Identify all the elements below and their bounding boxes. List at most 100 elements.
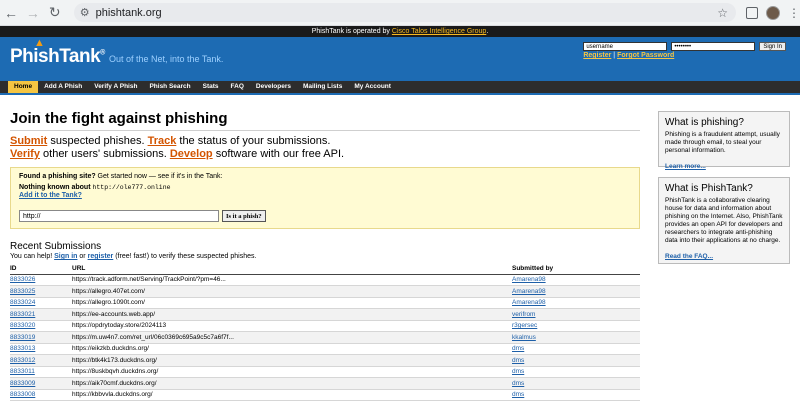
develop-link[interactable]: Develop — [170, 148, 213, 160]
submission-url: https://m.uw4n7.com/ret_url/06c0369c695a… — [72, 331, 512, 344]
sign-in-button[interactable]: Sign In — [759, 42, 786, 51]
what-is-phishtank-title: What is PhishTank? — [665, 183, 753, 194]
submission-url: https://track.adform.net/Serving/TrackPo… — [72, 274, 512, 286]
submission-id-link[interactable]: 8833026 — [10, 276, 35, 283]
submission-url: https://kbbvvla.duckdns.org/ — [72, 389, 512, 401]
col-header-url: URL — [72, 264, 512, 275]
submitter-link[interactable]: verifrom — [512, 311, 535, 318]
logo-flame-icon: ▲ — [34, 37, 45, 49]
what-is-phishtank-box: What is PhishTank? PhishTank is a collab… — [658, 177, 790, 264]
table-row: 8833020 https://opdrytoday.store/2024113 r… — [10, 320, 640, 332]
operated-text: PhishTank is operated by — [311, 28, 390, 35]
username-input[interactable] — [583, 42, 668, 51]
phish-check-box: Found a phishing site? Get started now —… — [10, 167, 640, 229]
what-is-phishing-body: Phishing is a fraudulent attempt, usuall… — [665, 131, 780, 154]
forgot-password-link[interactable]: Forgot Password — [617, 52, 674, 59]
back-icon[interactable]: ← — [0, 5, 22, 21]
submitter-link[interactable]: dms — [512, 368, 524, 375]
phishtank-logo[interactable]: ▲ PhishTank® — [10, 37, 105, 68]
menu-dots-icon[interactable]: ⋮ — [788, 6, 800, 20]
browser-toolbar: ← → ↻ ⚙ phishtank.org ☆ ⋮ — [0, 0, 800, 26]
track-link[interactable]: Track — [148, 135, 177, 147]
nav-verify-a-phish[interactable]: Verify A Phish — [88, 81, 143, 93]
nav-faq[interactable]: FAQ — [225, 81, 250, 93]
help-register-link[interactable]: register — [88, 253, 114, 260]
table-row: 8833019 https://m.uw4n7.com/ret_url/06c03… — [10, 331, 640, 344]
table-row: 8833025 https://allegro.407et.com/Amarena… — [10, 285, 640, 298]
submitter-link[interactable]: Amarena98 — [512, 276, 546, 283]
table-row: 8833024 https://allegro.1090t.com/Amarena… — [10, 297, 640, 309]
submission-url: https://eikzkb.duckdns.org/ — [72, 343, 512, 355]
submission-id-link[interactable]: 8833009 — [10, 380, 35, 387]
help-sign-in-link[interactable]: Sign in — [54, 253, 77, 260]
recent-submissions-table: ID URL Submitted by 8833026 https://track… — [10, 264, 640, 401]
submission-id-link[interactable]: 8833019 — [10, 334, 35, 341]
page-title: Join the fight against phishing — [10, 110, 228, 127]
register-link[interactable]: Register — [583, 52, 611, 59]
nav-home[interactable]: Home — [8, 81, 39, 93]
submission-id-link[interactable]: 8833011 — [10, 368, 35, 375]
submitter-link[interactable]: r3gersec — [512, 322, 537, 329]
submit-link[interactable]: Submit — [10, 135, 47, 147]
table-row: 8833021 https://ee-accounts.web.app/verif… — [10, 308, 640, 321]
submitter-link[interactable]: dms — [512, 391, 524, 398]
add-to-tank-link[interactable]: Add it to the Tank? — [19, 192, 631, 199]
read-faq-link[interactable]: Read the FAQ... — [665, 253, 713, 260]
bookmark-star-icon[interactable]: ☆ — [717, 6, 728, 20]
table-row: 8833011 https://8uskbqvh.duckdns.org/dms — [10, 366, 640, 378]
table-row: 8833012 https://btk4k173.duckdns.org/dms — [10, 354, 640, 367]
what-is-phishing-box: What is phishing? Phishing is a fraudule… — [658, 111, 790, 170]
nav-add-a-phish[interactable]: Add A Phish — [38, 81, 88, 93]
submission-url: https://opdrytoday.store/2024113 — [72, 320, 512, 332]
submitter-link[interactable]: dms — [512, 380, 524, 387]
col-header-id: ID — [10, 264, 72, 275]
is-it-a-phish-button[interactable]: Is it a phish? — [222, 210, 266, 222]
submitter-link[interactable]: Amarena98 — [512, 299, 546, 306]
extensions-icon[interactable] — [746, 6, 758, 19]
what-is-phishing-title: What is phishing? — [665, 117, 744, 128]
nav-mailing-lists[interactable]: Mailing Lists — [297, 81, 348, 93]
phish-url-input[interactable] — [19, 210, 219, 222]
main-nav: Home Add A Phish Verify A Phish Phish Se… — [0, 81, 800, 95]
recent-submissions-title: Recent Submissions — [10, 241, 102, 252]
submitter-link[interactable]: kkalmus — [512, 334, 536, 341]
site-header: ▲ PhishTank® Out of the Net, into the Ta… — [0, 37, 800, 81]
cisco-talos-link[interactable]: Cisco Talos Intelligence Group — [392, 28, 486, 35]
col-header-submitted-by: Submitted by — [512, 264, 640, 275]
table-row: 8833013 https://eikzkb.duckdns.org/dms — [10, 343, 640, 355]
submission-id-link[interactable]: 8833012 — [10, 357, 35, 364]
operated-by-bar: PhishTank is operated by Cisco Talos Int… — [0, 26, 800, 37]
recent-help-text: You can help! Sign in or register (free!… — [10, 253, 257, 260]
nothing-known-text: Nothing known about http://ole777.online — [19, 184, 171, 191]
table-row: 8833008 https://kbbvvla.duckdns.org/dms — [10, 389, 640, 401]
lead-text: Submit suspected phishes. Track the stat… — [10, 135, 345, 160]
profile-avatar[interactable] — [766, 5, 780, 20]
nav-developers[interactable]: Developers — [250, 81, 297, 93]
submitter-link[interactable]: Amarena98 — [512, 288, 546, 295]
table-row: 8833026 https://track.adform.net/Serving/… — [10, 274, 640, 286]
verify-link[interactable]: Verify — [10, 148, 40, 160]
submission-id-link[interactable]: 8833024 — [10, 299, 35, 306]
reload-icon[interactable]: ↻ — [44, 4, 66, 21]
login-form: Sign In Register | Forgot Password — [583, 42, 786, 59]
main-content: Join the fight against phishing Submit s… — [10, 108, 640, 401]
nav-phish-search[interactable]: Phish Search — [143, 81, 196, 93]
forward-icon[interactable]: → — [22, 5, 44, 21]
address-bar[interactable]: ⚙ phishtank.org ☆ — [73, 3, 736, 22]
found-phish-question: Found a phishing site? Get started now —… — [19, 173, 223, 180]
submission-id-link[interactable]: 8833021 — [10, 311, 35, 318]
nav-stats[interactable]: Stats — [197, 81, 225, 93]
submission-id-link[interactable]: 8833008 — [10, 391, 35, 398]
submission-id-link[interactable]: 8833020 — [10, 322, 35, 329]
nav-my-account[interactable]: My Account — [348, 81, 397, 93]
submission-id-link[interactable]: 8833025 — [10, 288, 35, 295]
submission-id-link[interactable]: 8833013 — [10, 345, 35, 352]
password-input[interactable] — [671, 42, 756, 51]
submission-url: https://btk4k173.duckdns.org/ — [72, 354, 512, 367]
submission-url: https://allegro.407et.com/ — [72, 285, 512, 298]
site-info-icon[interactable]: ⚙ — [80, 6, 90, 19]
submitter-link[interactable]: dms — [512, 357, 524, 364]
submitter-link[interactable]: dms — [512, 345, 524, 352]
learn-more-link[interactable]: Learn more... — [665, 163, 706, 170]
site-tagline: Out of the Net, into the Tank. — [109, 54, 224, 64]
